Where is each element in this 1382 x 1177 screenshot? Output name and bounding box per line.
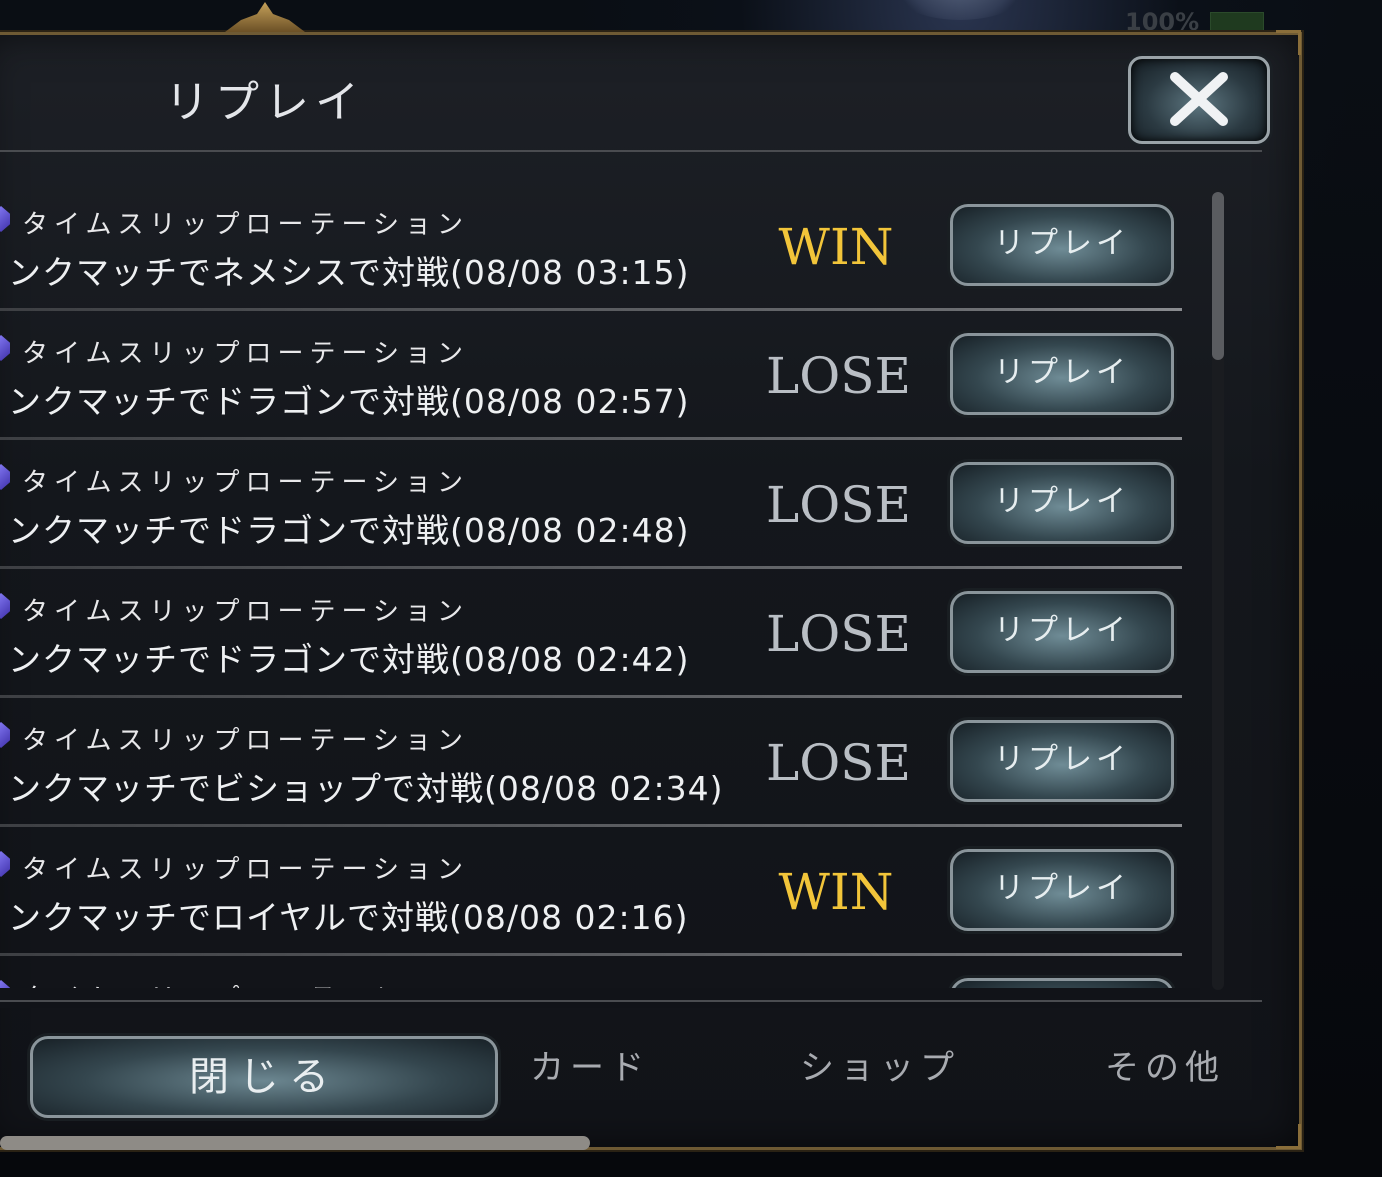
deck-format-icon	[0, 593, 10, 619]
dialog-title: リプレイ	[165, 77, 365, 128]
deck-format-icon	[0, 722, 10, 748]
replay-row: タイムスリップローテーションンクマッチでネメシスで対戦(08/08 03:15)…	[0, 190, 1200, 319]
deck-format-icon	[0, 335, 10, 361]
replay-row: タイムスリップローテーションンクマッチでドラゴンで対戦(08/08 02:42)…	[0, 577, 1200, 706]
replay-description: ンクマッチでネメシスで対戦(08/08 03:15)	[8, 253, 690, 292]
row-divider	[0, 824, 1182, 827]
replay-description: ンクマッチでドラゴンで対戦(08/08 02:48)	[8, 511, 690, 550]
deck-format-icon	[0, 206, 10, 232]
corner-ornament	[1276, 30, 1301, 55]
replay-mode: タイムスリップローテーション	[22, 597, 469, 627]
replay-mode: タイムスリップローテーション	[22, 468, 469, 498]
replay-description: ンクマッチでドラゴンで対戦(08/08 02:42)	[8, 640, 690, 679]
close-button[interactable]	[1128, 56, 1270, 144]
close-dialog-button[interactable]: 閉じる	[30, 1036, 498, 1118]
row-divider	[0, 953, 1182, 956]
replay-button[interactable]: リプレイ	[950, 849, 1174, 931]
replay-mode: タイムスリップローテーション	[22, 210, 469, 240]
deck-format-icon	[0, 851, 10, 877]
replay-row: タイムスリップローテーションンクマッチでビショップで対戦(08/08 02:34…	[0, 706, 1200, 835]
row-divider	[0, 437, 1182, 440]
scrollbar-thumb[interactable]	[1212, 192, 1224, 360]
bg-tab-other: その他	[1105, 1048, 1225, 1088]
replay-row: タイムスリップローテーションンクマッチでドラゴンで対戦(08/08 02:57)…	[0, 319, 1200, 448]
replay-button[interactable]: リプレイ	[950, 333, 1174, 415]
close-x-icon	[1170, 72, 1228, 126]
replay-button[interactable]: リプレイ	[950, 204, 1174, 286]
bg-tab-shop: ショップ	[800, 1048, 960, 1088]
replay-row: タイムスリップローテーションンクマッチでドラゴンで対戦(08/08 02:48)…	[0, 448, 1200, 577]
home-indicator[interactable]	[0, 1136, 590, 1150]
replay-result: LOSE	[766, 734, 911, 792]
replay-button[interactable]: リプレイ	[950, 591, 1174, 673]
replay-result: LOSE	[766, 347, 911, 405]
replay-row: タイムスリップローテーションリプレイ	[0, 964, 1200, 990]
row-divider	[0, 308, 1182, 311]
corner-ornament	[1276, 1124, 1301, 1149]
replay-result: LOSE	[766, 605, 911, 663]
bg-tab-card: カード	[530, 1048, 650, 1088]
list-fade	[0, 988, 1200, 1008]
replay-button[interactable]: リプレイ	[950, 720, 1174, 802]
replay-description: ンクマッチでビショップで対戦(08/08 02:34)	[8, 769, 724, 808]
replay-description: ンクマッチでロイヤルで対戦(08/08 02:16)	[8, 898, 689, 937]
replay-result: LOSE	[766, 476, 911, 534]
divider	[0, 150, 1262, 152]
replay-result: WIN	[778, 218, 894, 276]
divider	[0, 1000, 1262, 1002]
replay-mode: タイムスリップローテーション	[22, 855, 469, 885]
replay-row: タイムスリップローテーションンクマッチでロイヤルで対戦(08/08 02:16)…	[0, 835, 1200, 964]
deck-format-icon	[0, 464, 10, 490]
row-divider	[0, 566, 1182, 569]
replay-mode: タイムスリップローテーション	[22, 339, 469, 369]
replay-description: ンクマッチでドラゴンで対戦(08/08 02:57)	[8, 382, 690, 421]
row-divider	[0, 695, 1182, 698]
replay-button[interactable]: リプレイ	[950, 462, 1174, 544]
replay-list[interactable]: タイムスリップローテーション ンクマッチでネメシスで対戦(08/08 03:15)…	[0, 190, 1200, 990]
battery-icon	[1210, 12, 1264, 34]
replay-result: WIN	[778, 863, 894, 921]
replay-mode: タイムスリップローテーション	[22, 726, 469, 756]
